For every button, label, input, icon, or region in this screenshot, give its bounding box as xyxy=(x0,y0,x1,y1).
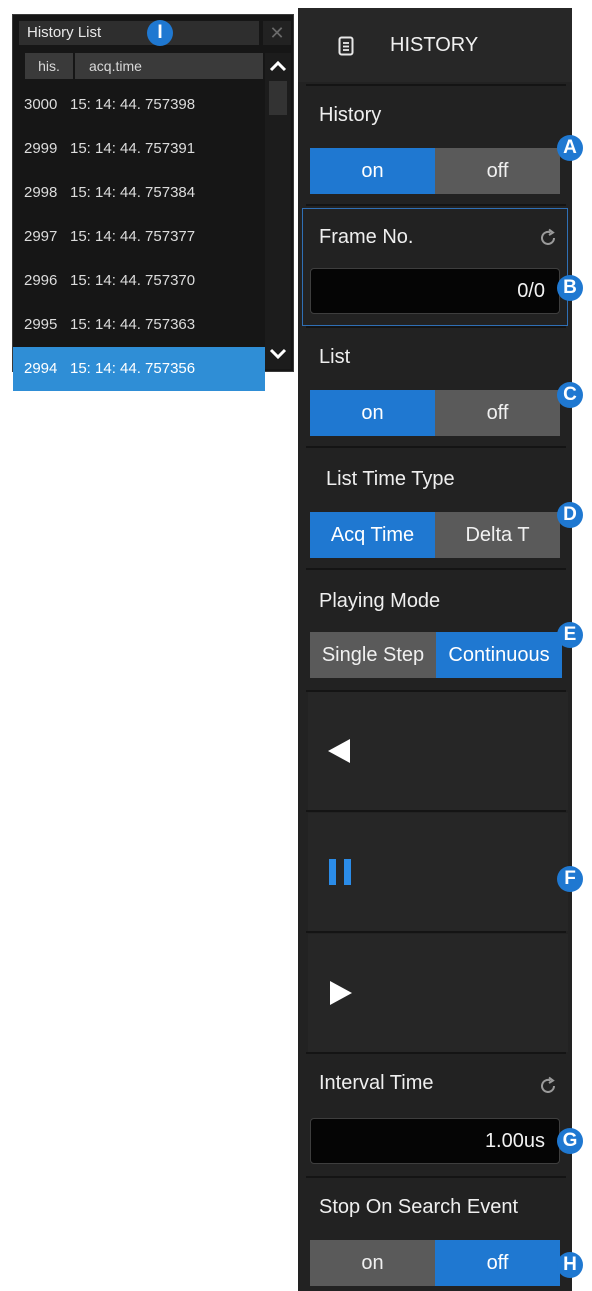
history-row[interactable]: 2997 15: 14: 44. 757377 xyxy=(13,215,265,259)
playing-mode-toggle[interactable]: Single Step Continuous xyxy=(310,632,562,678)
delta-t-option[interactable]: Delta T xyxy=(435,512,560,558)
history-on-option[interactable]: on xyxy=(310,148,435,194)
row-frame-number: 2996 xyxy=(24,272,58,289)
stop-on-search-on-option[interactable]: on xyxy=(310,1240,435,1286)
divider xyxy=(306,84,566,86)
play-backward-icon xyxy=(328,739,350,763)
stop-on-search-label: Stop On Search Event xyxy=(319,1196,519,1218)
frame-number-label: Frame No. xyxy=(319,226,414,248)
history-row[interactable]: 2998 15: 14: 44. 757384 xyxy=(13,171,265,215)
stop-on-search-toggle[interactable]: on off xyxy=(310,1240,560,1286)
list-time-type-label: List Time Type xyxy=(326,468,455,490)
row-frame-number: 2994 xyxy=(24,360,58,377)
divider xyxy=(306,1176,566,1178)
row-frame-number: 2995 xyxy=(24,316,58,333)
divider xyxy=(306,1052,566,1054)
callout-badge-b: B xyxy=(557,275,583,301)
callout-badge-a: A xyxy=(557,135,583,161)
list-on-option[interactable]: on xyxy=(310,390,435,436)
divider xyxy=(306,568,566,570)
row-acq-time: 15: 14: 44. 757384 xyxy=(70,184,196,201)
stop-on-search-off-option[interactable]: off xyxy=(435,1240,560,1286)
interval-time-label: Interval Time xyxy=(319,1072,434,1094)
play-forward-button[interactable] xyxy=(308,934,568,1052)
row-acq-time: 15: 14: 44. 757391 xyxy=(70,140,196,157)
list-label: List xyxy=(319,346,351,368)
history-toggle[interactable]: on off xyxy=(310,148,560,194)
callout-badge-c: C xyxy=(557,382,583,408)
divider xyxy=(306,446,566,448)
history-list-window: History List ✕ his. acq.time 3000 15: 14:… xyxy=(12,14,294,391)
callout-badge-g: G xyxy=(557,1128,583,1154)
row-frame-number: 3000 xyxy=(24,96,58,113)
history-row[interactable]: 2999 15: 14: 44. 757391 xyxy=(13,127,265,171)
chevron-down-icon[interactable] xyxy=(266,341,290,365)
menu-header: HISTORY xyxy=(298,8,572,82)
history-rows: 3000 15: 14: 44. 757398 2999 15: 14: 44. 7… xyxy=(13,83,265,391)
row-frame-number: 2998 xyxy=(24,184,58,201)
single-step-option[interactable]: Single Step xyxy=(310,632,436,678)
close-icon[interactable]: ✕ xyxy=(263,21,291,45)
row-frame-number: 2997 xyxy=(24,228,58,245)
acq-time-option[interactable]: Acq Time xyxy=(310,512,435,558)
interval-time-input[interactable]: 1.00us xyxy=(310,1118,560,1164)
play-backward-button[interactable] xyxy=(308,692,568,810)
divider xyxy=(306,810,566,812)
history-list-title: History List xyxy=(19,21,259,45)
reset-icon[interactable] xyxy=(538,1076,558,1096)
continuous-option[interactable]: Continuous xyxy=(436,632,562,678)
list-off-option[interactable]: off xyxy=(435,390,560,436)
row-frame-number: 2999 xyxy=(24,140,58,157)
row-acq-time: 15: 14: 44. 757370 xyxy=(70,272,196,289)
play-forward-icon xyxy=(330,981,352,1005)
callout-badge-i: I xyxy=(147,20,173,46)
callout-badge-e: E xyxy=(557,622,583,648)
history-row[interactable]: 3000 15: 14: 44. 757398 xyxy=(13,83,265,127)
row-acq-time: 15: 14: 44. 757356 xyxy=(70,360,196,377)
menu-title: HISTORY xyxy=(390,34,479,56)
history-label: History xyxy=(319,104,382,126)
list-time-type-toggle[interactable]: Acq Time Delta T xyxy=(310,512,560,558)
history-menu-panel: HISTORY History on off Frame No. 0/0 Lis… xyxy=(298,8,572,1291)
reset-icon[interactable] xyxy=(538,228,558,248)
callout-badge-h: H xyxy=(557,1252,583,1278)
column-header-his[interactable]: his. xyxy=(25,53,73,79)
divider xyxy=(306,204,566,206)
list-toggle[interactable]: on off xyxy=(310,390,560,436)
history-row-selected[interactable]: 2994 15: 14: 44. 757356 xyxy=(13,347,265,391)
chevron-up-icon[interactable] xyxy=(266,55,290,79)
scrollbar-thumb[interactable] xyxy=(269,81,287,115)
history-row[interactable]: 2995 15: 14: 44. 757363 xyxy=(13,303,265,347)
playing-mode-label: Playing Mode xyxy=(319,590,441,612)
document-icon xyxy=(338,36,354,56)
pause-icon xyxy=(329,859,351,885)
row-acq-time: 15: 14: 44. 757398 xyxy=(70,96,196,113)
divider xyxy=(306,326,566,328)
frame-number-input[interactable]: 0/0 xyxy=(310,268,560,314)
pause-button[interactable] xyxy=(308,813,568,931)
history-off-option[interactable]: off xyxy=(435,148,560,194)
row-acq-time: 15: 14: 44. 757363 xyxy=(70,316,196,333)
column-header-acq-time[interactable]: acq.time xyxy=(75,53,263,79)
row-acq-time: 15: 14: 44. 757377 xyxy=(70,228,196,245)
history-row[interactable]: 2996 15: 14: 44. 757370 xyxy=(13,259,265,303)
callout-badge-d: D xyxy=(557,502,583,528)
callout-badge-f: F xyxy=(557,866,583,892)
divider xyxy=(306,931,566,933)
